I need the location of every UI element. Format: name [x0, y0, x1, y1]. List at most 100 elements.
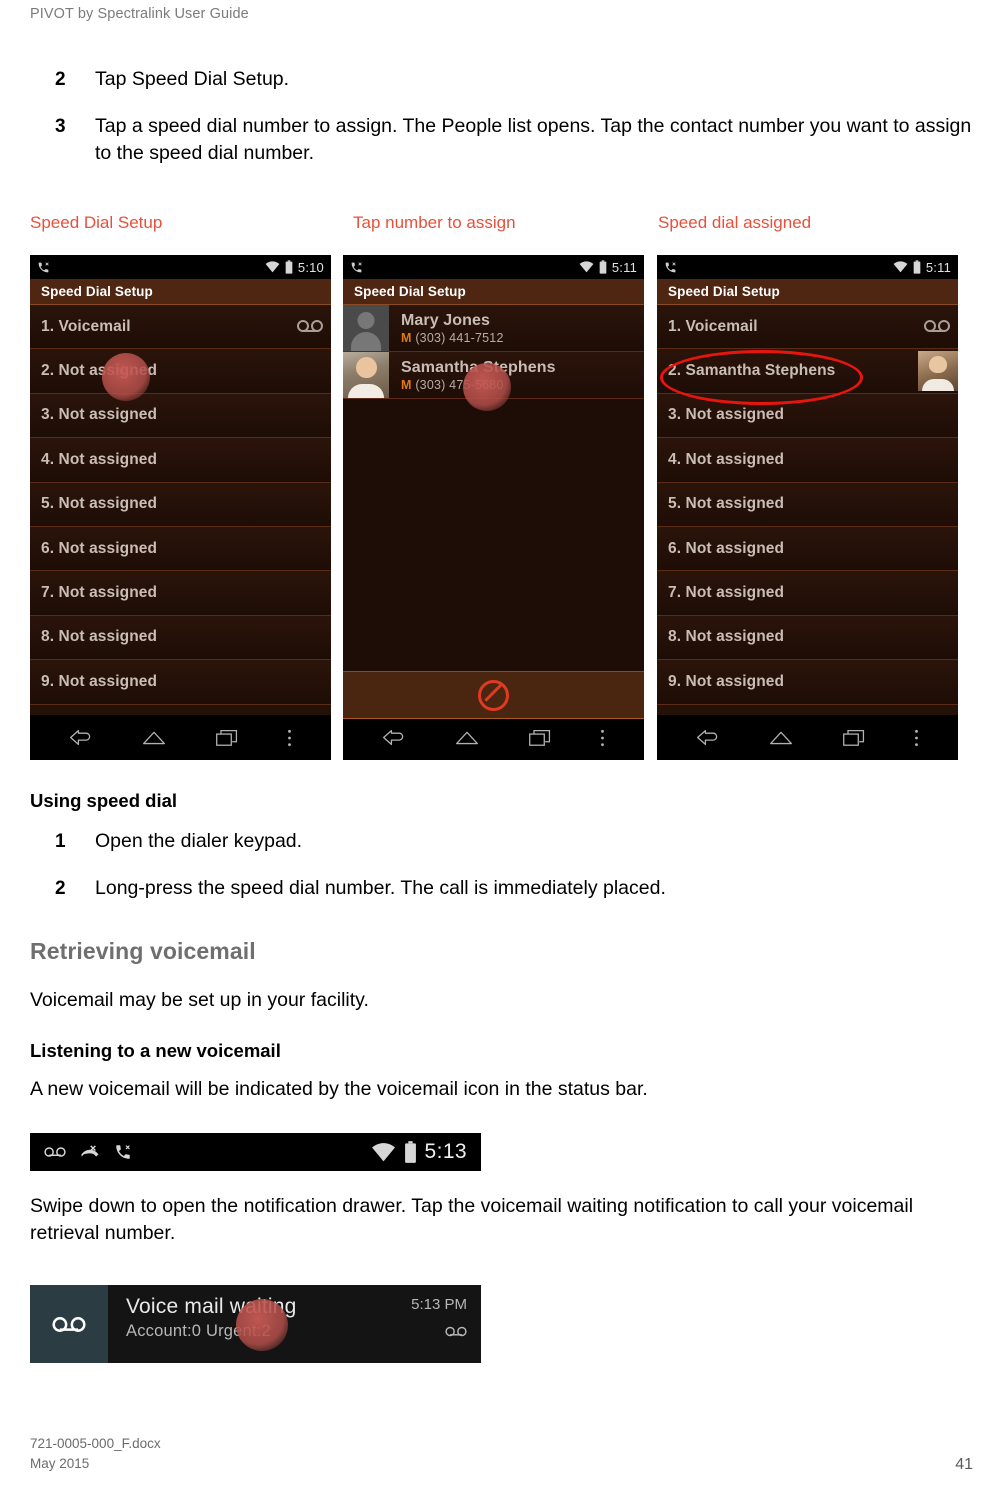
speed-dial-label: 3. Not assigned — [41, 406, 158, 424]
contact-thumbnail — [918, 351, 958, 392]
contact-name: Mary Jones — [401, 311, 491, 329]
figure-caption: Speed Dial Setup — [30, 213, 163, 232]
step-text: Tap Speed Dial Setup. — [95, 68, 290, 90]
status-bar-left-icons — [664, 261, 893, 274]
speed-dial-label: 6. Not assigned — [668, 539, 785, 557]
speed-dial-list: 1. Voicemail 2. Samantha Stephens 3. Not… — [657, 305, 958, 715]
speed-dial-row[interactable]: 2. Samantha Stephens — [657, 349, 958, 394]
contact-row[interactable]: Samantha Stephens M (303) 475-5680 — [343, 352, 644, 399]
notification-body[interactable]: Voice mail waiting Account:0 Urgent:2 5:… — [108, 1285, 481, 1363]
paragraph-voicemail-facility: Voicemail may be set up in your facility… — [30, 989, 369, 1011]
no-entry-icon — [478, 679, 509, 711]
figure-caption: Tap number to assign — [353, 213, 516, 232]
step-item: 1 Open the dialer keypad. — [30, 828, 975, 855]
number-value: (303) 441-7512 — [415, 330, 504, 345]
using-speed-dial-steps: 1 Open the dialer keypad. 2 Long-press t… — [30, 828, 975, 922]
step-number: 1 — [55, 831, 66, 852]
speed-dial-row[interactable]: 7. Not assigned — [657, 571, 958, 616]
action-bar-title: Speed Dial Setup — [41, 284, 153, 299]
avatar — [343, 352, 389, 398]
speed-dial-label: 6. Not assigned — [41, 539, 158, 557]
action-bar-title: Speed Dial Setup — [668, 284, 780, 299]
speed-dial-label: 9. Not assigned — [41, 672, 158, 690]
step-text: Tap a speed dial number to assign. The P… — [95, 115, 972, 164]
contact-name: Samantha Stephens — [401, 358, 556, 376]
step-number: 2 — [55, 69, 66, 90]
back-icon[interactable] — [695, 728, 721, 747]
notification-time: 5:13 PM — [411, 1296, 467, 1313]
battery-icon — [599, 260, 607, 274]
speed-dial-row[interactable]: 6. Not assigned — [657, 526, 958, 572]
heading-listening-new-voicemail: Listening to a new voicemail — [30, 1040, 281, 1061]
speed-dial-label: 4. Not assigned — [668, 450, 785, 468]
paragraph-swipe-notification-drawer: Swipe down to open the notification draw… — [30, 1195, 914, 1244]
speed-dial-label: 4. Not assigned — [41, 450, 158, 468]
recents-icon[interactable] — [842, 728, 866, 747]
step-number: 3 — [55, 116, 66, 137]
home-icon[interactable] — [454, 728, 480, 747]
action-bar: Speed Dial Setup — [343, 279, 644, 305]
speed-dial-row[interactable]: 4. Not assigned — [657, 438, 958, 483]
speed-dial-row[interactable]: 9. Not assigned — [30, 660, 331, 705]
phone-screenshot-people-list: 5:11 Speed Dial Setup Mary Jones M (303)… — [343, 255, 644, 760]
overflow-menu-icon[interactable] — [599, 728, 606, 748]
notification-trailing-icon — [445, 1325, 467, 1343]
number-type-tag: M — [401, 330, 412, 345]
back-icon[interactable] — [68, 728, 94, 747]
speed-dial-label: 5. Not assigned — [41, 495, 158, 513]
contact-info: Samantha Stephens M (303) 475-5680 — [389, 358, 644, 393]
figure-notification[interactable]: Voice mail waiting Account:0 Urgent:2 5:… — [30, 1285, 481, 1363]
status-bar-time: 5:10 — [297, 259, 324, 275]
speed-dial-label: 7. Not assigned — [668, 584, 785, 602]
home-icon[interactable] — [768, 728, 794, 747]
number-value: (303) 475-5680 — [415, 377, 504, 392]
speed-dial-label: 8. Not assigned — [41, 628, 158, 646]
wifi-icon — [893, 261, 908, 273]
status-bar: 5:11 — [343, 255, 644, 279]
action-bar: Speed Dial Setup — [30, 279, 331, 305]
footer-left: 721-0005-000_F.docx May 2015 — [30, 1434, 161, 1474]
back-icon[interactable] — [381, 728, 407, 747]
step-text: Open the dialer keypad. — [95, 830, 303, 852]
speed-dial-row[interactable]: 1. Voicemail — [30, 305, 331, 350]
recents-icon[interactable] — [528, 728, 552, 747]
paragraph-voicemail-icon-statusbar: A new voicemail will be indicated by the… — [30, 1078, 648, 1100]
speed-dial-row[interactable]: 3. Not assigned — [30, 393, 331, 439]
step-item: 2 Tap Speed Dial Setup. — [30, 66, 975, 93]
voicemail-icon — [44, 1147, 66, 1157]
speed-dial-row[interactable]: 5. Not assigned — [30, 482, 331, 527]
speed-dial-row[interactable]: 5. Not assigned — [657, 482, 958, 527]
home-icon[interactable] — [141, 728, 167, 747]
speed-dial-label: 2. Samantha Stephens — [668, 362, 836, 380]
speed-dial-row[interactable]: 1. Voicemail — [657, 305, 958, 350]
speed-dial-row[interactable]: 7. Not assigned — [30, 571, 331, 616]
status-bar: 5:10 — [30, 255, 331, 279]
contact-number: M (303) 475-5680 — [401, 377, 644, 393]
wifi-icon — [265, 261, 280, 273]
speed-dial-row[interactable]: 9. Not assigned — [657, 660, 958, 705]
recents-icon[interactable] — [215, 728, 239, 747]
people-list: Mary Jones M (303) 441-7512 Samantha Ste… — [343, 305, 644, 719]
speed-dial-row[interactable]: 3. Not assigned — [657, 393, 958, 439]
speed-dial-list: 1. Voicemail 2. Not assigned 3. Not assi… — [30, 305, 331, 715]
speed-dial-row[interactable]: 8. Not assigned — [30, 615, 331, 661]
overflow-menu-icon[interactable] — [913, 728, 920, 748]
speed-dial-row[interactable]: 8. Not assigned — [657, 615, 958, 661]
status-bar-time: 5:11 — [611, 259, 637, 275]
figure-caption: Speed dial assigned — [658, 213, 812, 232]
speed-dial-row[interactable]: 4. Not assigned — [30, 438, 331, 483]
status-bar-left-icons — [44, 1143, 371, 1161]
call-icon — [38, 261, 49, 272]
voicemail-icon — [297, 320, 323, 333]
empty-list-area — [343, 399, 644, 671]
speed-dial-row[interactable]: 2. Not assigned — [30, 349, 331, 394]
footer-date: May 2015 — [30, 1456, 90, 1471]
running-header: PIVOT by Spectralink User Guide — [30, 6, 249, 22]
top-steps-list: 2 Tap Speed Dial Setup. 3 Tap a speed di… — [30, 66, 975, 187]
overflow-menu-icon[interactable] — [286, 728, 293, 748]
step-item: 3 Tap a speed dial number to assign. The… — [30, 113, 975, 167]
heading-retrieving-voicemail: Retrieving voicemail — [30, 938, 256, 964]
step-item: 2 Long-press the speed dial number. The … — [30, 875, 975, 902]
contact-row[interactable]: Mary Jones M (303) 441-7512 — [343, 305, 644, 352]
speed-dial-row[interactable]: 6. Not assigned — [30, 526, 331, 572]
